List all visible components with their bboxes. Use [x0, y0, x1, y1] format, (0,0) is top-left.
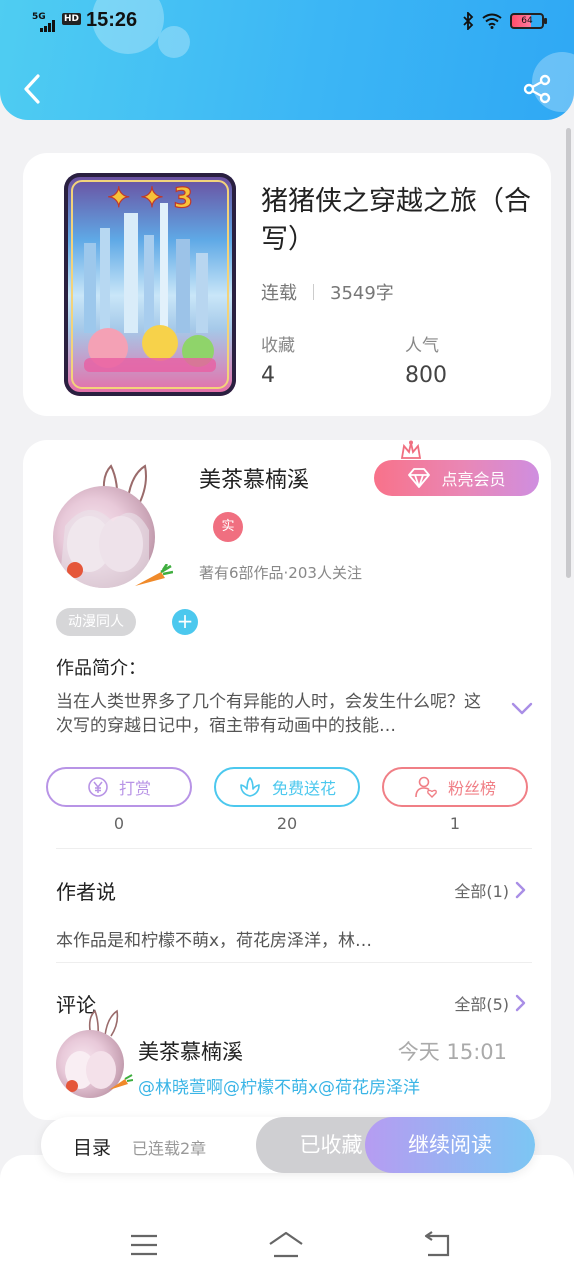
vip-button[interactable]: 点亮会员	[374, 460, 539, 496]
tip-button-label: 打赏	[118, 779, 151, 798]
chevron-right-icon	[515, 994, 526, 1012]
fan-ranking-label: 粉丝榜	[447, 779, 496, 798]
flower-icon	[240, 777, 260, 797]
book-cover-image[interactable]: ✦ ✦ 3	[64, 173, 236, 396]
intro-text[interactable]: 当在人类世界多了几个有异能的人时，会发生什么呢？这次写的穿越日记中，宿主带有动画…	[56, 690, 496, 738]
comment-text[interactable]: @林晓萱啊@柠檬不萌x@荷花房泽洋	[138, 1073, 420, 1098]
bottom-action-bar: 目录 已连载2章 已收藏 继续阅读	[41, 1117, 535, 1173]
carrot-icon	[135, 564, 173, 586]
battery-icon: 64	[510, 13, 547, 29]
hd-badge: HD	[62, 13, 82, 25]
menu-icon[interactable]	[124, 1230, 164, 1260]
back-nav-icon[interactable]	[418, 1230, 458, 1260]
comment-time: 今天 15:01	[397, 1040, 507, 1064]
author-says-more-label: 全部(1)	[454, 882, 509, 901]
author-name[interactable]: 美茶慕楠溪	[199, 462, 309, 494]
expand-chevron-icon[interactable]	[511, 702, 533, 716]
signal-icon	[40, 20, 55, 32]
author-says-title: 作者说	[56, 880, 116, 904]
wifi-icon	[482, 13, 502, 29]
intro-label: 作品简介：	[56, 658, 146, 679]
scrollbar[interactable]	[566, 128, 571, 578]
tip-button[interactable]: 打赏	[46, 767, 192, 807]
comment-author-name[interactable]: 美茶慕楠溪	[138, 1036, 243, 1066]
home-icon[interactable]	[266, 1230, 306, 1260]
status-time: 15:26	[86, 9, 138, 31]
popularity-label: 人气	[405, 336, 439, 356]
real-name-badge: 实	[213, 512, 243, 542]
table-of-contents-button[interactable]: 目录	[73, 1133, 111, 1160]
fan-ranking-button[interactable]: 粉丝榜	[382, 767, 528, 807]
svg-text:✦ ✦ 3: ✦ ✦ 3	[107, 181, 193, 214]
status-bar: 5G HD 15:26 64	[0, 0, 574, 44]
book-title: 猪猪侠之穿越之旅（合写）	[261, 186, 531, 255]
flower-count: 20	[276, 814, 298, 833]
genre-tag[interactable]: 动漫同人	[56, 608, 136, 636]
vip-button-label: 点亮会员	[441, 470, 506, 489]
top-header: 5G HD 15:26 64	[0, 0, 574, 120]
book-meta: 连载 3549字	[261, 279, 394, 305]
system-nav-bar	[0, 1220, 574, 1270]
send-flower-button[interactable]: 免费送花	[214, 767, 360, 807]
meta-divider	[313, 284, 314, 300]
continue-reading-button[interactable]: 继续阅读	[365, 1117, 535, 1173]
comments-more-label: 全部(5)	[454, 995, 509, 1014]
section-divider	[56, 962, 532, 963]
favorites-value: 4	[261, 363, 275, 388]
author-says-text[interactable]: 本作品是和柠檬不萌x，荷花房泽洋，林…	[56, 926, 372, 951]
book-word-count: 3549字	[330, 283, 394, 304]
book-status: 连载	[261, 283, 297, 304]
author-stats: 著有6部作品·203人关注	[199, 564, 362, 582]
section-divider	[56, 848, 532, 849]
comments-more-link[interactable]: 全部(5)	[454, 991, 527, 1015]
crown-icon	[400, 440, 422, 459]
author-card: 美茶慕楠溪 点亮会员 实 著有6部作品·203人关注 动漫同人 + 作品简介： …	[23, 440, 551, 1120]
author-avatar[interactable]	[53, 460, 173, 588]
cover-illustration: ✦ ✦ 3	[71, 180, 229, 389]
send-flower-label: 免费送花	[271, 779, 336, 798]
book-info-card: ✦ ✦ 3 猪猪侠之穿越之旅（合写） 连载 3549字 收藏 4 人气 800	[23, 153, 551, 416]
share-button[interactable]	[522, 74, 552, 104]
chevron-right-icon	[515, 881, 526, 899]
popularity-value: 800	[405, 363, 447, 388]
author-says-more-link[interactable]: 全部(1)	[454, 878, 527, 902]
yuan-icon	[88, 777, 108, 797]
bluetooth-icon	[463, 12, 474, 30]
back-button[interactable]	[18, 72, 46, 106]
carrot-icon	[109, 1074, 133, 1090]
tip-count: 0	[113, 814, 125, 833]
fan-icon	[415, 776, 437, 798]
add-tag-button[interactable]: +	[172, 609, 198, 635]
fan-count: 1	[449, 814, 461, 833]
chapter-count: 已连载2章	[132, 1139, 207, 1158]
battery-level: 64	[521, 16, 533, 26]
diamond-icon	[408, 468, 431, 488]
favorites-label: 收藏	[261, 336, 295, 356]
